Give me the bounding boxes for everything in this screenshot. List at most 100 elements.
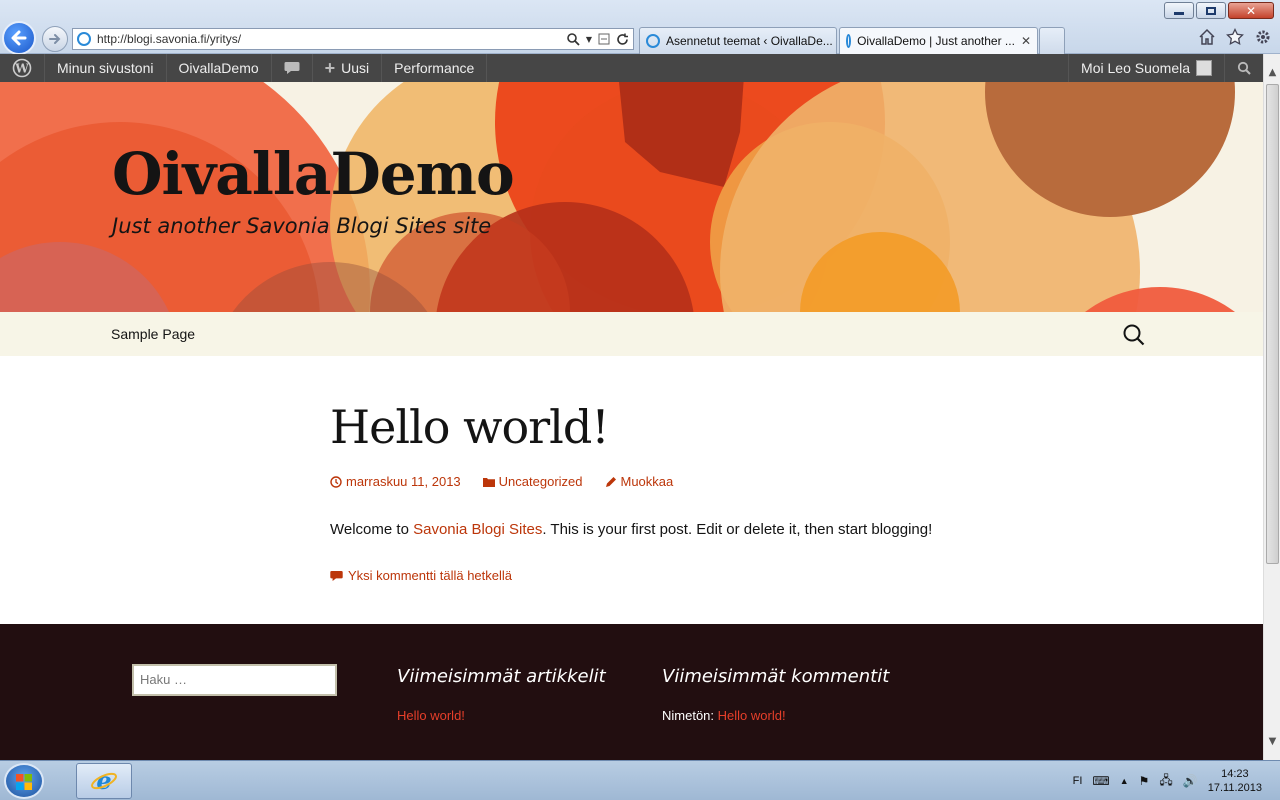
post-category: Uncategorized [498, 474, 583, 489]
folder-icon [482, 477, 495, 487]
comments-button[interactable] [272, 54, 313, 82]
new-content-menu[interactable]: + Uusi [313, 54, 383, 82]
comment-bubble-icon [284, 62, 300, 74]
performance-menu[interactable]: Performance [382, 54, 488, 82]
recent-comments-title: Viimeisimmät kommentit [662, 666, 890, 687]
forward-button[interactable] [42, 26, 68, 52]
comments-link[interactable]: Yksi kommentti tällä hetkellä [330, 568, 1030, 583]
forward-arrow-icon [49, 34, 61, 44]
recent-posts-title: Viimeisimmät artikkelit [397, 666, 606, 687]
ie-page-icon [646, 34, 660, 48]
post-content: Welcome to Savonia Blogi Sites. This is … [330, 521, 1030, 538]
site-title[interactable]: OivallaDemo [112, 140, 515, 208]
comment-bubble-icon [330, 570, 343, 581]
scroll-thumb[interactable] [1266, 84, 1279, 564]
comment-author: Nimetön: [662, 708, 715, 723]
comments-label: Yksi kommentti tällä hetkellä [348, 568, 513, 583]
site-header: OivallaDemo Just another Savonia Blogi S… [0, 82, 1263, 312]
search-icon [1237, 61, 1251, 75]
post-edit-link[interactable]: Muokkaa [605, 474, 674, 489]
wp-admin-bar: W Minun sivustoni OivallaDemo + Uusi Per… [0, 54, 1263, 82]
scroll-down-icon[interactable]: ▼ [1264, 733, 1280, 750]
address-url[interactable]: http://blogi.savonia.fi/yritys/ [97, 32, 566, 46]
network-icon[interactable]: 🖧 [1159, 771, 1172, 792]
page-scrollbar[interactable]: ▲ ▼ [1263, 54, 1280, 760]
tab-label: Asennetut teemat ‹ OivallaDe... [666, 34, 833, 48]
search-icon[interactable] [566, 32, 580, 46]
windows-taskbar: e FI ⌨ ▲ ⚑ 🖧 🔊 14:23 17.11.2013 [0, 760, 1280, 800]
greeting-label: Moi Leo Suomela [1081, 60, 1190, 76]
language-indicator[interactable]: FI [1073, 775, 1083, 787]
browser-chrome: ✕ http://blogi.savonia.fi/yritys/ ▼ Asen… [0, 0, 1280, 55]
site-name-label: OivallaDemo [178, 60, 259, 76]
nav-item-sample-page[interactable]: Sample Page [111, 326, 195, 342]
gear-icon[interactable] [1254, 28, 1272, 46]
site-name-menu[interactable]: OivallaDemo [167, 54, 272, 82]
tab-label: OivallaDemo | Just another ... [857, 34, 1015, 48]
post-content-text-end: . This is your first post. Edit or delet… [542, 521, 933, 538]
site-description: Just another Savonia Blogi Sites site [112, 214, 492, 238]
recent-post-link[interactable]: Hello world! [397, 708, 465, 723]
post-category-link[interactable]: Uncategorized [482, 474, 583, 489]
performance-label: Performance [394, 60, 475, 76]
comment-post-link[interactable]: Hello world! [718, 708, 786, 723]
window-controls: ✕ [1164, 2, 1274, 19]
admin-search-button[interactable] [1224, 54, 1263, 82]
internet-explorer-icon: e [91, 767, 117, 795]
show-hidden-icons-icon[interactable]: ▲ [1120, 776, 1129, 786]
favorites-star-icon[interactable] [1226, 28, 1244, 46]
dropdown-icon[interactable]: ▼ [586, 35, 592, 44]
tab-close-icon[interactable]: ✕ [1021, 34, 1031, 48]
minimize-button[interactable] [1164, 2, 1194, 19]
restore-button[interactable] [1196, 2, 1226, 19]
action-center-flag-icon[interactable]: ⚑ [1139, 774, 1150, 788]
volume-icon[interactable]: 🔊 [1183, 774, 1198, 788]
clock-time: 14:23 [1221, 768, 1249, 780]
my-sites-menu[interactable]: Minun sivustoni [45, 54, 167, 82]
clock-icon [330, 475, 342, 488]
refresh-icon[interactable] [616, 33, 629, 46]
compatibility-view-icon[interactable] [598, 33, 610, 45]
taskbar-ie-button[interactable]: e [76, 763, 132, 799]
post-date-link[interactable]: marraskuu 11, 2013 [330, 474, 461, 489]
post-edit-label: Muokkaa [620, 474, 674, 489]
close-button[interactable]: ✕ [1228, 2, 1274, 19]
search-icon [1123, 324, 1145, 346]
wp-logo-button[interactable]: W [0, 54, 45, 82]
savonia-blogi-link[interactable]: Savonia Blogi Sites [413, 521, 542, 538]
address-bar[interactable]: http://blogi.savonia.fi/yritys/ ▼ [72, 28, 634, 50]
site-search-toggle[interactable] [1122, 323, 1146, 347]
back-arrow-icon [11, 30, 27, 46]
post-date: marraskuu 11, 2013 [346, 474, 461, 489]
post-content-text: Welcome to [330, 521, 414, 538]
ie-page-icon [846, 34, 852, 48]
scroll-up-icon[interactable]: ▲ [1264, 64, 1280, 81]
svg-text:W: W [14, 62, 29, 76]
clock[interactable]: 14:23 17.11.2013 [1208, 767, 1262, 795]
system-tray: FI ⌨ ▲ ⚑ 🖧 🔊 14:23 17.11.2013 [1073, 761, 1280, 800]
minimize-icon [1174, 12, 1184, 15]
my-sites-label: Minun sivustoni [57, 60, 154, 76]
home-icon[interactable] [1198, 28, 1216, 46]
start-button[interactable] [4, 763, 44, 799]
my-account-menu[interactable]: Moi Leo Suomela [1068, 54, 1224, 82]
plus-icon: + [324, 58, 336, 78]
svg-text:e: e [96, 767, 111, 795]
pencil-icon [605, 476, 616, 487]
footer-widgets: Haku … Viimeisimmät artikkelit Hello wor… [0, 624, 1263, 760]
new-label: Uusi [341, 60, 370, 76]
tab-oivallademo[interactable]: OivallaDemo | Just another ... ✕ [839, 27, 1038, 54]
keyboard-icon[interactable]: ⌨ [1092, 774, 1109, 788]
post-title[interactable]: Hello world! [330, 400, 1030, 454]
new-tab-button[interactable] [1039, 27, 1065, 54]
post-meta: marraskuu 11, 2013 Uncategorized Muokkaa [330, 474, 1030, 489]
tab-installed-themes[interactable]: Asennetut teemat ‹ OivallaDe... [639, 27, 837, 54]
footer-search-input[interactable]: Haku … [132, 664, 337, 696]
post-article: Hello world! marraskuu 11, 2013 Uncatego… [330, 356, 1030, 583]
windows-logo-icon [16, 774, 32, 790]
avatar [1196, 60, 1212, 76]
restore-icon [1206, 6, 1216, 15]
ie-page-icon [77, 32, 91, 46]
site-navigation: Sample Page [0, 312, 1263, 356]
back-button[interactable] [2, 21, 36, 55]
